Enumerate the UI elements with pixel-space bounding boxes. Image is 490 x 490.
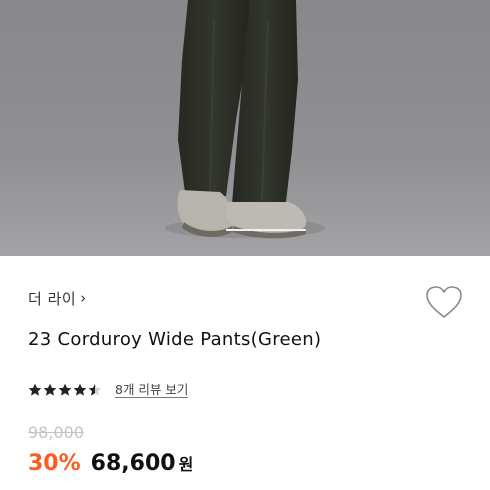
product-image[interactable] — [0, 0, 490, 256]
currency-label: 원 — [178, 455, 194, 474]
star-icon — [88, 383, 102, 396]
review-link[interactable]: 8개 리뷰 보기 — [115, 382, 189, 398]
star-rating — [28, 383, 103, 397]
star-icon — [28, 383, 42, 396]
price-row: 30% 68,600 원 — [28, 451, 193, 476]
chevron-right-icon: › — [80, 289, 87, 307]
star-icon — [43, 383, 57, 396]
heart-outline-icon — [426, 286, 462, 318]
star-icon — [58, 383, 72, 396]
rating-row: 8개 리뷰 보기 — [28, 380, 189, 400]
sale-price: 68,600 — [90, 451, 176, 476]
brand-link[interactable]: 더 라이 › — [28, 288, 86, 308]
star-icon — [73, 383, 87, 396]
brand-name[interactable]: 더 라이 — [28, 288, 76, 309]
product-photo-pants — [0, 0, 490, 256]
discount-rate: 30% — [28, 451, 81, 476]
original-price: 98,000 — [28, 423, 84, 442]
wishlist-button[interactable] — [424, 284, 464, 320]
product-title: 23 Corduroy Wide Pants(Green) — [28, 329, 322, 350]
